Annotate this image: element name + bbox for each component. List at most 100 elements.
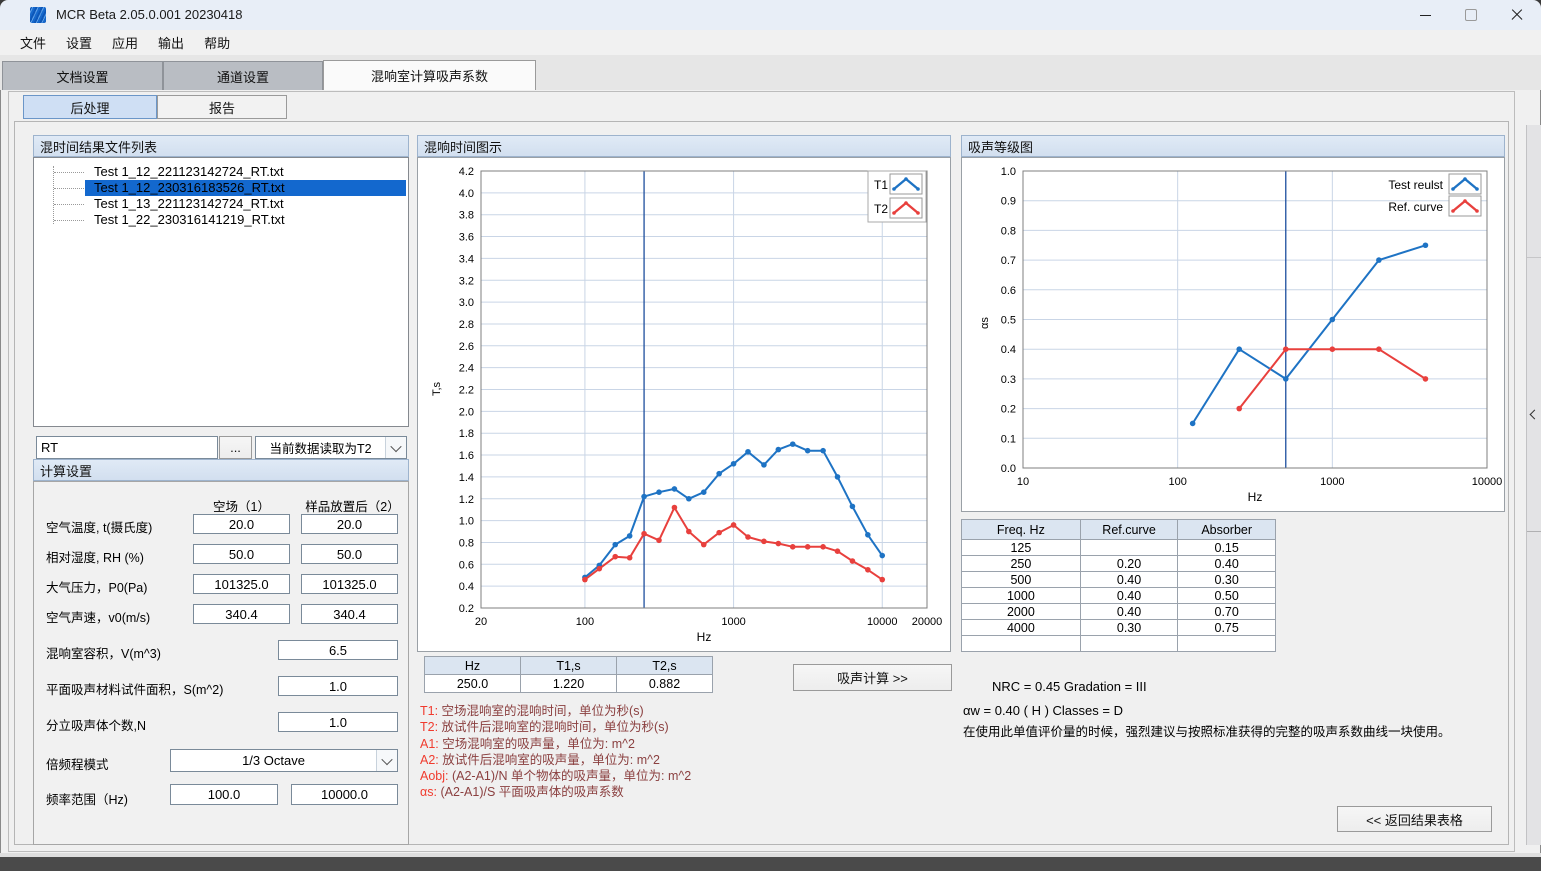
note-text: 放试件后混响室的混响时间，单位为秒(s): [442, 720, 669, 734]
absorption-chart[interactable]: 0.00.10.20.30.40.50.60.70.80.91.01010010…: [961, 157, 1505, 512]
calc-field[interactable]: [301, 544, 398, 564]
svg-text:0.2: 0.2: [459, 603, 474, 615]
calc-field[interactable]: [301, 574, 398, 594]
svg-text:2.0: 2.0: [459, 406, 474, 418]
calc-field[interactable]: [193, 604, 290, 624]
absorb-calc-button[interactable]: 吸声计算 >>: [793, 664, 952, 691]
file-name: Test 1_12_221123142724_RT.txt: [94, 164, 405, 180]
note-line: Aobj: (A2-A1)/N 单个物体的吸声量，单位为: m^2: [420, 768, 691, 784]
rt-chart: 0.20.40.60.81.01.21.41.61.82.02.22.42.62…: [418, 158, 950, 651]
table-cell: 1.220: [521, 675, 617, 693]
svg-text:Hz: Hz: [697, 630, 712, 644]
note-text: 空场混响室的混响时间，单位为秒(s): [442, 704, 644, 718]
svg-text:1.8: 1.8: [459, 428, 474, 440]
column-header: Absorber: [1178, 520, 1276, 540]
data-mode-dropdown-button[interactable]: [385, 437, 406, 458]
note-prefix: A2:: [420, 753, 442, 767]
svg-text:3.0: 3.0: [459, 297, 474, 309]
freq-min-input[interactable]: [170, 784, 278, 805]
svg-text:2.4: 2.4: [459, 363, 474, 375]
back-to-results-button-label: << 返回结果表格: [1366, 810, 1463, 829]
table-cell: 125: [962, 540, 1081, 556]
svg-text:αs: αs: [979, 317, 991, 329]
menu-item[interactable]: 设置: [56, 30, 102, 55]
table-row: 40000.300.75: [962, 620, 1276, 636]
table-cell: 0.40: [1080, 572, 1178, 588]
minimize-icon: [1420, 15, 1431, 16]
maximize-button[interactable]: [1448, 0, 1494, 30]
table-cell: 2000: [962, 604, 1081, 620]
calc-field[interactable]: [193, 574, 290, 594]
freq-max-input[interactable]: [291, 784, 398, 805]
table-row: 125 0.15: [962, 540, 1276, 556]
data-mode-dropdown[interactable]: 当前数据读取为T2: [255, 436, 407, 459]
rt-input[interactable]: [36, 436, 218, 459]
table-cell: 250.0: [425, 675, 521, 693]
table-row: 20000.400.70: [962, 604, 1276, 620]
svg-text:0.7: 0.7: [1001, 255, 1016, 267]
collapse-panel-handle[interactable]: [1526, 125, 1541, 845]
subtab-2[interactable]: 报告: [157, 95, 287, 119]
tab-1[interactable]: 文档设置: [2, 61, 163, 90]
svg-text:1.4: 1.4: [459, 472, 474, 484]
file-list-item[interactable]: Test 1_12_221123142724_RT.txt: [34, 164, 408, 180]
note-prefix: A1:: [420, 737, 442, 751]
maximize-icon: [1465, 9, 1477, 21]
table-cell: 0.15: [1178, 540, 1276, 556]
calc-field[interactable]: [278, 712, 398, 732]
app-window: MCR Beta 2.05.0.001 20230418 文件设置应用输出帮助 …: [0, 0, 1541, 871]
calc-field[interactable]: [193, 544, 290, 564]
svg-text:0.6: 0.6: [1001, 285, 1016, 297]
svg-text:2.6: 2.6: [459, 341, 474, 353]
rt-chart[interactable]: 0.20.40.60.81.01.21.41.61.82.02.22.42.62…: [417, 157, 951, 652]
table-cell: [1178, 636, 1276, 652]
calc-field[interactable]: [278, 676, 398, 696]
table-cell: 0.30: [1080, 620, 1178, 636]
menu-item[interactable]: 文件: [10, 30, 56, 55]
svg-text:Ref. curve: Ref. curve: [1388, 200, 1443, 214]
minimize-button[interactable]: [1402, 0, 1448, 30]
table-cell: [1080, 540, 1178, 556]
note-line: A2: 放试件后混响室的吸声量，单位为: m^2: [420, 752, 691, 768]
table-cell: 250: [962, 556, 1081, 572]
browse-button[interactable]: ...: [219, 436, 252, 459]
svg-text:3.6: 3.6: [459, 232, 474, 244]
file-name: Test 1_12_230316183526_RT.txt: [94, 180, 405, 196]
note-text: (A2-A1)/N 单个物体的吸声量，单位为: m^2: [452, 769, 691, 783]
close-button[interactable]: [1494, 0, 1540, 30]
back-to-results-button[interactable]: << 返回结果表格: [1337, 806, 1492, 832]
svg-text:2.2: 2.2: [459, 385, 474, 397]
note-prefix: Aobj:: [420, 769, 452, 783]
calc-field[interactable]: [278, 640, 398, 660]
menu-item[interactable]: 帮助: [194, 30, 240, 55]
file-list-panel-header: 混时间结果文件列表: [33, 135, 409, 157]
aw-result-text: αw = 0.40 ( H ) Classes = D: [963, 703, 1123, 718]
svg-text:0.3: 0.3: [1001, 374, 1016, 386]
note-line: T1: 空场混响室的混响时间，单位为秒(s): [420, 703, 691, 719]
octave-mode-dropdown[interactable]: 1/3 Octave: [170, 749, 398, 772]
svg-text:T1: T1: [874, 178, 888, 192]
menu-item[interactable]: 应用: [102, 30, 148, 55]
svg-text:4.2: 4.2: [459, 166, 474, 178]
subtab-1[interactable]: 后处理: [23, 95, 157, 119]
file-list-item[interactable]: Test 1_12_230316183526_RT.txt: [34, 180, 408, 196]
octave-dropdown-button[interactable]: [376, 750, 397, 771]
svg-text:1.6: 1.6: [459, 450, 474, 462]
file-list-item[interactable]: Test 1_22_230316141219_RT.txt: [34, 212, 408, 228]
file-list-item[interactable]: Test 1_13_221123142724_RT.txt: [34, 196, 408, 212]
table-row: 2500.200.40: [962, 556, 1276, 572]
svg-text:1.0: 1.0: [1001, 166, 1016, 178]
svg-text:0.8: 0.8: [459, 537, 474, 549]
tab-2[interactable]: 通道设置: [163, 61, 323, 90]
tab-3[interactable]: 混响室计算吸声系数: [323, 60, 536, 90]
calc-field[interactable]: [193, 514, 290, 534]
legend-notes: T1: 空场混响室的混响时间，单位为秒(s)T2: 放试件后混响室的混响时间，单…: [420, 703, 691, 801]
calc-field[interactable]: [301, 514, 398, 534]
svg-text:20000: 20000: [912, 616, 943, 628]
table-cell: 4000: [962, 620, 1081, 636]
svg-text:0.4: 0.4: [459, 581, 474, 593]
svg-text:Hz: Hz: [1248, 490, 1263, 504]
calc-field[interactable]: [301, 604, 398, 624]
svg-text:0.5: 0.5: [1001, 315, 1016, 327]
menu-item[interactable]: 输出: [148, 30, 194, 55]
